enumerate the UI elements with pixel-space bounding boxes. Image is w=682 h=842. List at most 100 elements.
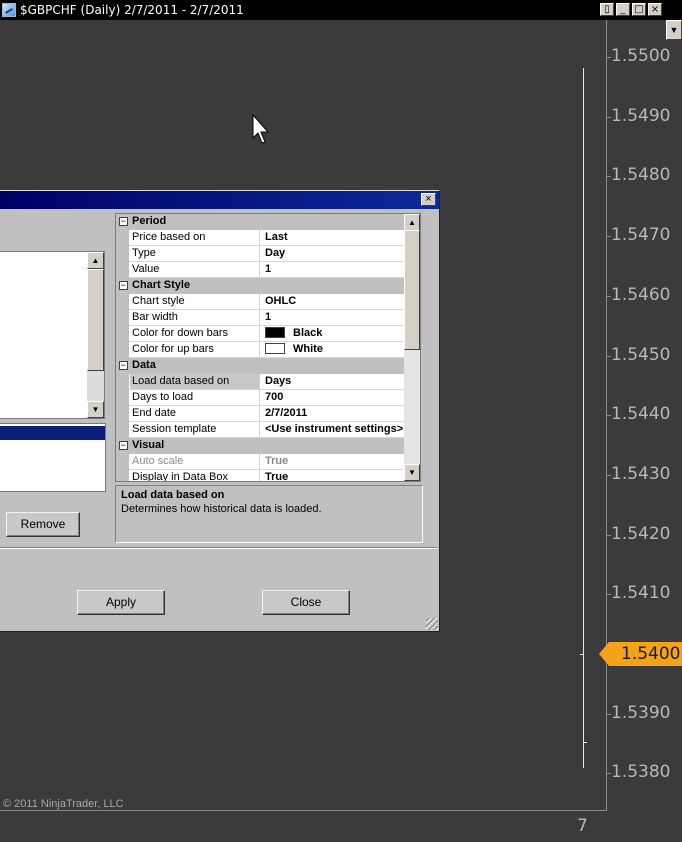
scroll-thumb[interactable] bbox=[87, 269, 104, 371]
scroll-down-icon[interactable]: ▼ bbox=[87, 401, 104, 418]
property-grid-scrollbar[interactable]: ▲ ▼ bbox=[404, 214, 420, 481]
selected-list-item[interactable] bbox=[0, 426, 105, 440]
property-value-text: White bbox=[293, 343, 323, 355]
property-name: Load data based on bbox=[130, 374, 260, 389]
remove-button[interactable]: Remove bbox=[6, 512, 80, 537]
price-axis-label: 1.5460 bbox=[611, 284, 671, 305]
property-category-label: Chart Style bbox=[132, 279, 191, 291]
property-value[interactable]: 700 bbox=[262, 390, 406, 405]
property-row[interactable]: End date 2/7/2011 bbox=[116, 406, 406, 422]
property-value-text: OHLC bbox=[265, 295, 297, 307]
scroll-up-icon[interactable]: ▲ bbox=[87, 252, 104, 269]
selected-indicator-list[interactable] bbox=[0, 423, 106, 492]
color-swatch bbox=[265, 327, 285, 338]
copyright-text: © 2011 NinjaTrader, LLC bbox=[3, 798, 124, 810]
property-name: End date bbox=[130, 406, 260, 421]
property-row[interactable]: Auto scale True bbox=[116, 454, 406, 470]
minimize-button[interactable]: _ bbox=[616, 3, 630, 16]
collapse-icon[interactable]: − bbox=[119, 217, 128, 226]
chart-dropdown-arrow-icon[interactable]: ▼ bbox=[666, 20, 682, 40]
grid-scroll-up-icon[interactable]: ▲ bbox=[404, 214, 420, 231]
price-axis-label: 1.5480 bbox=[611, 165, 671, 186]
apply-button[interactable]: Apply bbox=[77, 590, 165, 615]
color-swatch bbox=[265, 343, 285, 354]
chart-app-icon bbox=[2, 3, 16, 17]
property-value[interactable]: 1 bbox=[262, 262, 406, 277]
collapse-icon[interactable]: − bbox=[119, 281, 128, 290]
property-row-gutter bbox=[116, 262, 129, 278]
close-button[interactable]: × bbox=[648, 3, 662, 16]
property-row[interactable]: Color for down bars Black bbox=[116, 326, 406, 342]
property-name: Price based on bbox=[130, 230, 260, 245]
price-axis-label: 1.5490 bbox=[611, 105, 671, 126]
indicator-list[interactable]: ▲ ▼ bbox=[0, 251, 105, 419]
property-category[interactable]: − Visual bbox=[116, 438, 406, 454]
price-axis-tick bbox=[606, 355, 611, 357]
property-name: Value bbox=[130, 262, 260, 277]
dialog-title-bar: × bbox=[0, 191, 439, 209]
property-row[interactable]: Price based on Last bbox=[116, 230, 406, 246]
property-category[interactable]: − Chart Style bbox=[116, 278, 406, 294]
property-row[interactable]: Days to load 700 bbox=[116, 390, 406, 406]
time-axis-line bbox=[0, 810, 607, 811]
grid-scroll-thumb[interactable] bbox=[404, 230, 420, 350]
property-row[interactable]: Chart style OHLC bbox=[116, 294, 406, 310]
window-title-bar: $GBPCHF (Daily) 2/7/2011 - 2/7/2011 ▯ _ … bbox=[0, 0, 682, 20]
property-value-text: Day bbox=[265, 247, 286, 259]
property-value[interactable]: 2/7/2011 bbox=[262, 406, 406, 421]
close-dialog-button[interactable]: Close bbox=[262, 590, 350, 615]
property-row[interactable]: Session template <Use instrument settings… bbox=[116, 422, 406, 438]
maximize-button[interactable]: □ bbox=[632, 3, 646, 16]
price-axis-tick bbox=[606, 295, 611, 297]
property-row[interactable]: Load data based on Days bbox=[116, 374, 406, 390]
mouse-cursor-icon bbox=[252, 114, 270, 144]
price-axis-label: 1.5470 bbox=[611, 225, 671, 246]
property-category-label: Data bbox=[132, 359, 156, 371]
price-axis-label: 1.5410 bbox=[611, 583, 671, 604]
collapse-icon[interactable]: − bbox=[119, 361, 128, 370]
property-row[interactable]: Display in Data Box True bbox=[116, 470, 406, 481]
property-category[interactable]: − Data bbox=[116, 358, 406, 374]
property-value[interactable]: Days bbox=[262, 374, 406, 389]
price-axis-label: 1.5430 bbox=[611, 463, 671, 484]
price-axis-tick bbox=[606, 57, 611, 58]
price-axis-tick bbox=[606, 713, 611, 715]
property-value[interactable]: True bbox=[262, 454, 406, 469]
grid-scroll-down-icon[interactable]: ▼ bbox=[404, 464, 420, 481]
indicator-list-scrollbar[interactable]: ▲ ▼ bbox=[87, 252, 104, 418]
time-axis-label: 7 bbox=[577, 816, 588, 836]
price-axis-tick bbox=[606, 176, 611, 178]
price-axis-label: 1.5440 bbox=[611, 404, 671, 425]
collapse-icon[interactable]: − bbox=[119, 441, 128, 450]
price-axis-tick bbox=[606, 236, 611, 238]
property-value-text: True bbox=[265, 455, 289, 467]
property-value[interactable]: True bbox=[262, 470, 406, 481]
property-category[interactable]: − Period bbox=[116, 214, 406, 230]
window-title: $GBPCHF (Daily) 2/7/2011 - 2/7/2011 bbox=[20, 3, 244, 17]
property-value[interactable]: <Use instrument settings> bbox=[262, 422, 406, 437]
property-row-gutter bbox=[116, 422, 129, 438]
property-row[interactable]: Bar width 1 bbox=[116, 310, 406, 326]
property-name: Chart style bbox=[130, 294, 260, 309]
resize-grip-icon[interactable] bbox=[426, 618, 438, 630]
property-value[interactable]: Black bbox=[262, 326, 406, 341]
property-name: Session template bbox=[130, 422, 260, 437]
property-value[interactable]: OHLC bbox=[262, 294, 406, 309]
price-axis-tick bbox=[606, 474, 611, 476]
property-value[interactable]: 1 bbox=[262, 310, 406, 325]
property-row[interactable]: Value 1 bbox=[116, 262, 406, 278]
ohlc-bar bbox=[583, 68, 584, 768]
property-name: Color for up bars bbox=[130, 342, 260, 357]
dialog-close-icon[interactable]: × bbox=[421, 193, 436, 206]
property-name: Bar width bbox=[130, 310, 260, 325]
property-value[interactable]: Day bbox=[262, 246, 406, 261]
property-grid[interactable]: − Period Price based on Last Type Day Value 1− C… bbox=[115, 213, 421, 482]
price-axis-label: 1.5450 bbox=[611, 344, 671, 365]
restore-button[interactable]: ▯ bbox=[600, 3, 614, 16]
property-row[interactable]: Type Day bbox=[116, 246, 406, 262]
property-value[interactable]: White bbox=[262, 342, 406, 357]
property-row-gutter bbox=[116, 406, 129, 422]
property-row[interactable]: Color for up bars White bbox=[116, 342, 406, 358]
current-price-marker: 1.5400 bbox=[599, 642, 682, 666]
property-value[interactable]: Last bbox=[262, 230, 406, 245]
